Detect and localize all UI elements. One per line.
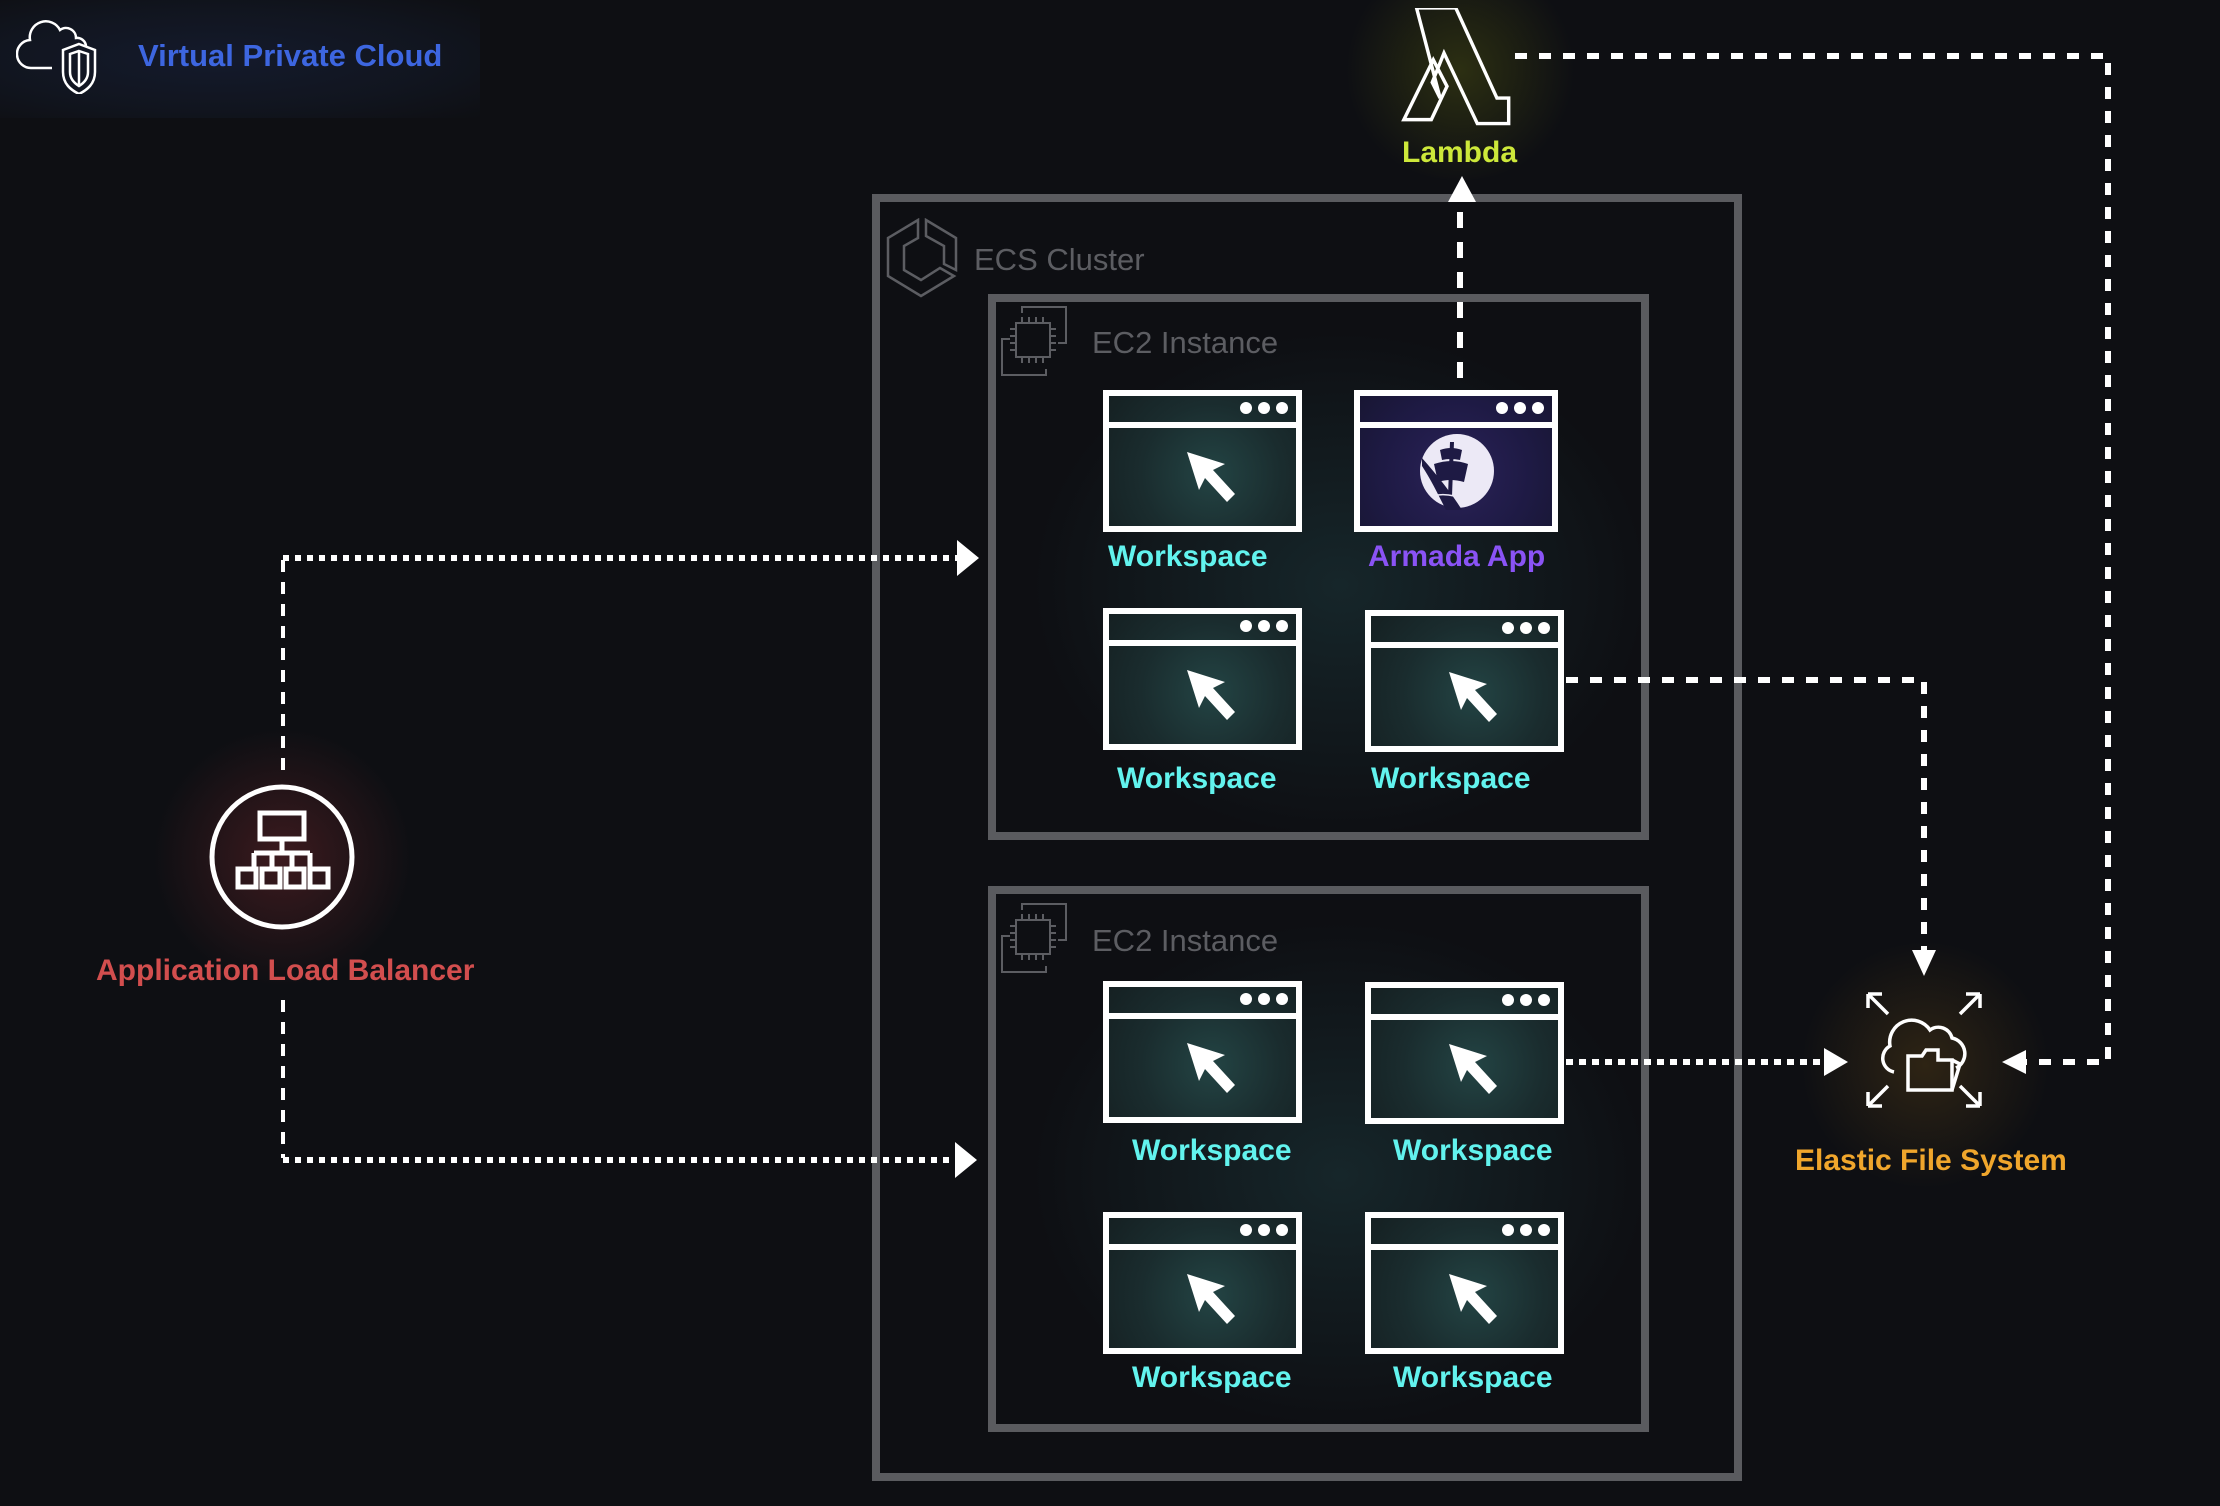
- connectors: [281, 53, 2111, 1178]
- connector-lambda-efs: [1515, 53, 2111, 1065]
- arrowhead: [2002, 1050, 2026, 1074]
- arrowhead: [957, 540, 979, 576]
- arrowhead: [1912, 950, 1936, 976]
- arrowhead: [1824, 1048, 1848, 1076]
- arrowhead: [1448, 176, 1476, 202]
- arrowhead: [955, 1142, 977, 1178]
- connector-workspace-efs-top: [1566, 677, 1927, 950]
